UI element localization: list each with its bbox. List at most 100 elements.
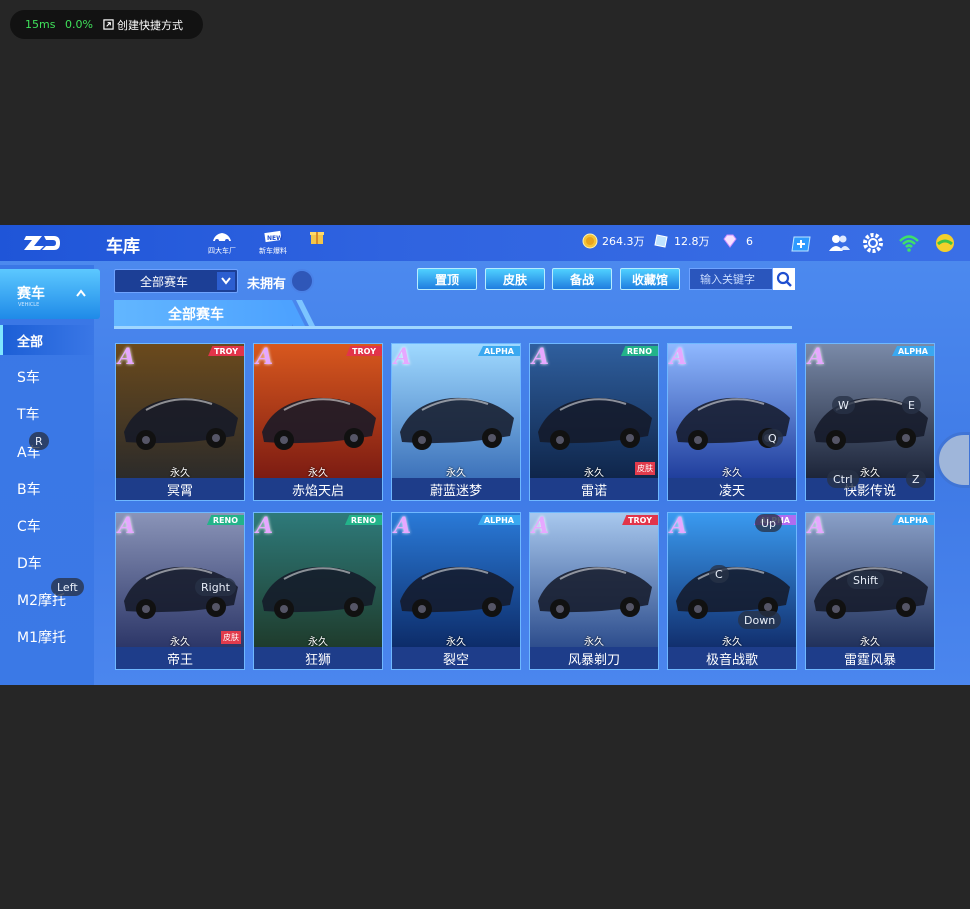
car-factory-label: 四大车厂 xyxy=(208,247,236,255)
pin-top-button[interactable]: 置顶 xyxy=(417,268,477,290)
car-factory-button[interactable]: 四大车厂 xyxy=(203,229,241,257)
brand-tag: ALPHA xyxy=(477,346,520,356)
game-screen: 车库 四大车厂 NEW 新车爆料 264.3万 12.8万 6 赛车 VEHIC… xyxy=(0,225,970,685)
car-name: 赤焰天启 xyxy=(254,478,382,500)
create-shortcut-button[interactable]: 创建快捷方式 xyxy=(103,17,183,33)
car-card[interactable]: A ALPHA 永久 雷霆风暴 xyxy=(805,512,935,670)
car-art xyxy=(392,513,520,651)
car-card[interactable]: A 永久 凌天 xyxy=(667,343,797,501)
grade-badge: A xyxy=(394,513,412,539)
car-card[interactable]: A TROY 永久 风暴剃刀 xyxy=(529,512,659,670)
grade-badge: A xyxy=(256,344,274,370)
friends-icon[interactable] xyxy=(828,232,850,254)
car-card[interactable]: A TROY 永久 冥霄 xyxy=(115,343,245,501)
duration-label: 永久 xyxy=(308,468,328,479)
duration-label: 永久 xyxy=(860,637,880,648)
sidebar-item-m1[interactable]: M1摩托 xyxy=(0,622,94,652)
prepare-button[interactable]: 备战 xyxy=(552,268,612,290)
coin-amount: 264.3万 xyxy=(602,235,645,248)
key-hint-up: Up xyxy=(755,514,783,532)
svg-text:NEW: NEW xyxy=(267,235,283,242)
ticket-icon xyxy=(654,234,668,248)
sidebar-item-c[interactable]: C车 xyxy=(0,511,94,541)
collection-button[interactable]: 收藏馆 xyxy=(620,268,680,290)
category-sidebar: 赛车 VEHICLE 全部 S车 T车 A车 B车 C车 D车 M2摩托 M1摩… xyxy=(0,265,100,685)
key-hint-r: R xyxy=(29,432,49,450)
grade-badge: A xyxy=(256,513,274,539)
duration-label: 永久 xyxy=(446,468,466,479)
skin-button[interactable]: 皮肤 xyxy=(485,268,545,290)
shortcut-icon xyxy=(103,19,114,30)
car-card[interactable]: AALPHA永久极音战歌 xyxy=(667,512,797,670)
car-name: 风暴剃刀 xyxy=(530,647,658,669)
sidebar-item-all[interactable]: 全部 xyxy=(0,325,94,355)
skin-badge: 皮肤 xyxy=(635,462,655,475)
settings-gear-icon[interactable] xyxy=(862,232,884,254)
ticket-balance: 12.8万 xyxy=(654,233,710,249)
car-filter-select[interactable]: 全部赛车 xyxy=(114,269,238,293)
car-card[interactable]: A RENO 永久 皮肤 雷诺 xyxy=(529,343,659,501)
coin-icon xyxy=(582,233,598,249)
key-hint-ctrl: Ctrl xyxy=(827,470,859,488)
section-deco xyxy=(280,300,316,328)
car-name: 狂狮 xyxy=(254,647,382,669)
duration-label: 永久 xyxy=(446,637,466,648)
car-card[interactable]: A TROY 永久 赤焰天启 xyxy=(253,343,383,501)
grade-badge: A xyxy=(394,344,412,370)
key-hint-c: C xyxy=(709,565,729,583)
key-hint-left: Left xyxy=(51,578,84,596)
top-bar: 车库 四大车厂 NEW 新车爆料 264.3万 12.8万 6 xyxy=(0,225,970,261)
not-owned-toggle[interactable] xyxy=(290,269,314,293)
grade-badge: A xyxy=(532,344,550,370)
not-owned-label: 未拥有 xyxy=(247,277,287,292)
chevron-up-icon xyxy=(76,289,86,297)
grade-badge: A xyxy=(670,344,688,370)
sidebar-item-t[interactable]: T车 xyxy=(0,399,94,429)
car-art xyxy=(116,344,244,482)
section-underline xyxy=(114,326,792,329)
chevron-down-icon xyxy=(217,272,235,290)
sidebar-item-b[interactable]: B车 xyxy=(0,474,94,504)
search-input[interactable]: 输入关键字 xyxy=(689,268,773,290)
ticket-amount: 12.8万 xyxy=(674,235,710,248)
brand-tag: ALPHA xyxy=(477,515,520,525)
brand-tag: TROY xyxy=(208,346,244,356)
key-hint-down: Down xyxy=(738,611,782,629)
car-card[interactable]: A ALPHA 永久 裂空 xyxy=(391,512,521,670)
brand-tag: ALPHA xyxy=(891,515,934,525)
car-name: 雷霆风暴 xyxy=(806,647,934,669)
vehicle-category-tab[interactable]: 赛车 VEHICLE xyxy=(0,269,100,319)
category-sublabel: VEHICLE xyxy=(18,302,40,308)
key-hint-right: Right xyxy=(195,578,236,596)
skin-badge: 皮肤 xyxy=(221,631,241,644)
key-hint-z: Z xyxy=(906,470,926,488)
search-button[interactable] xyxy=(773,268,795,290)
diamond-balance: 6 xyxy=(722,233,753,249)
brand-tag: RENO xyxy=(620,346,658,356)
new-car-label: 新车爆料 xyxy=(259,247,287,255)
new-car-icon: NEW xyxy=(264,230,283,243)
car-art xyxy=(668,513,796,651)
status-ball-icon xyxy=(936,234,954,252)
car-name: 裂空 xyxy=(392,647,520,669)
diamond-icon xyxy=(723,234,737,248)
key-hint-shift: Shift xyxy=(847,571,885,589)
brand-tag: RENO xyxy=(206,515,244,525)
new-car-button[interactable]: NEW 新车爆料 xyxy=(254,229,292,257)
gift-button[interactable] xyxy=(298,229,336,257)
wifi-icon xyxy=(899,235,919,252)
car-art xyxy=(254,513,382,651)
sidebar-item-d[interactable]: D车 xyxy=(0,548,94,578)
grade-badge: A xyxy=(808,513,826,539)
duration-label: 永久 xyxy=(722,637,742,648)
car-card[interactable]: A ALPHA 永久 蔚蓝迷梦 xyxy=(391,343,521,501)
add-icon[interactable] xyxy=(791,232,813,254)
search-icon xyxy=(776,271,792,287)
duration-label: 永久 xyxy=(584,637,604,648)
car-card[interactable]: A RENO 永久 狂狮 xyxy=(253,512,383,670)
filter-value: 全部赛车 xyxy=(140,274,189,289)
key-hint-e: E xyxy=(902,396,921,414)
sidebar-item-s[interactable]: S车 xyxy=(0,362,94,392)
car-art xyxy=(530,513,658,651)
grade-badge: A xyxy=(118,344,136,370)
